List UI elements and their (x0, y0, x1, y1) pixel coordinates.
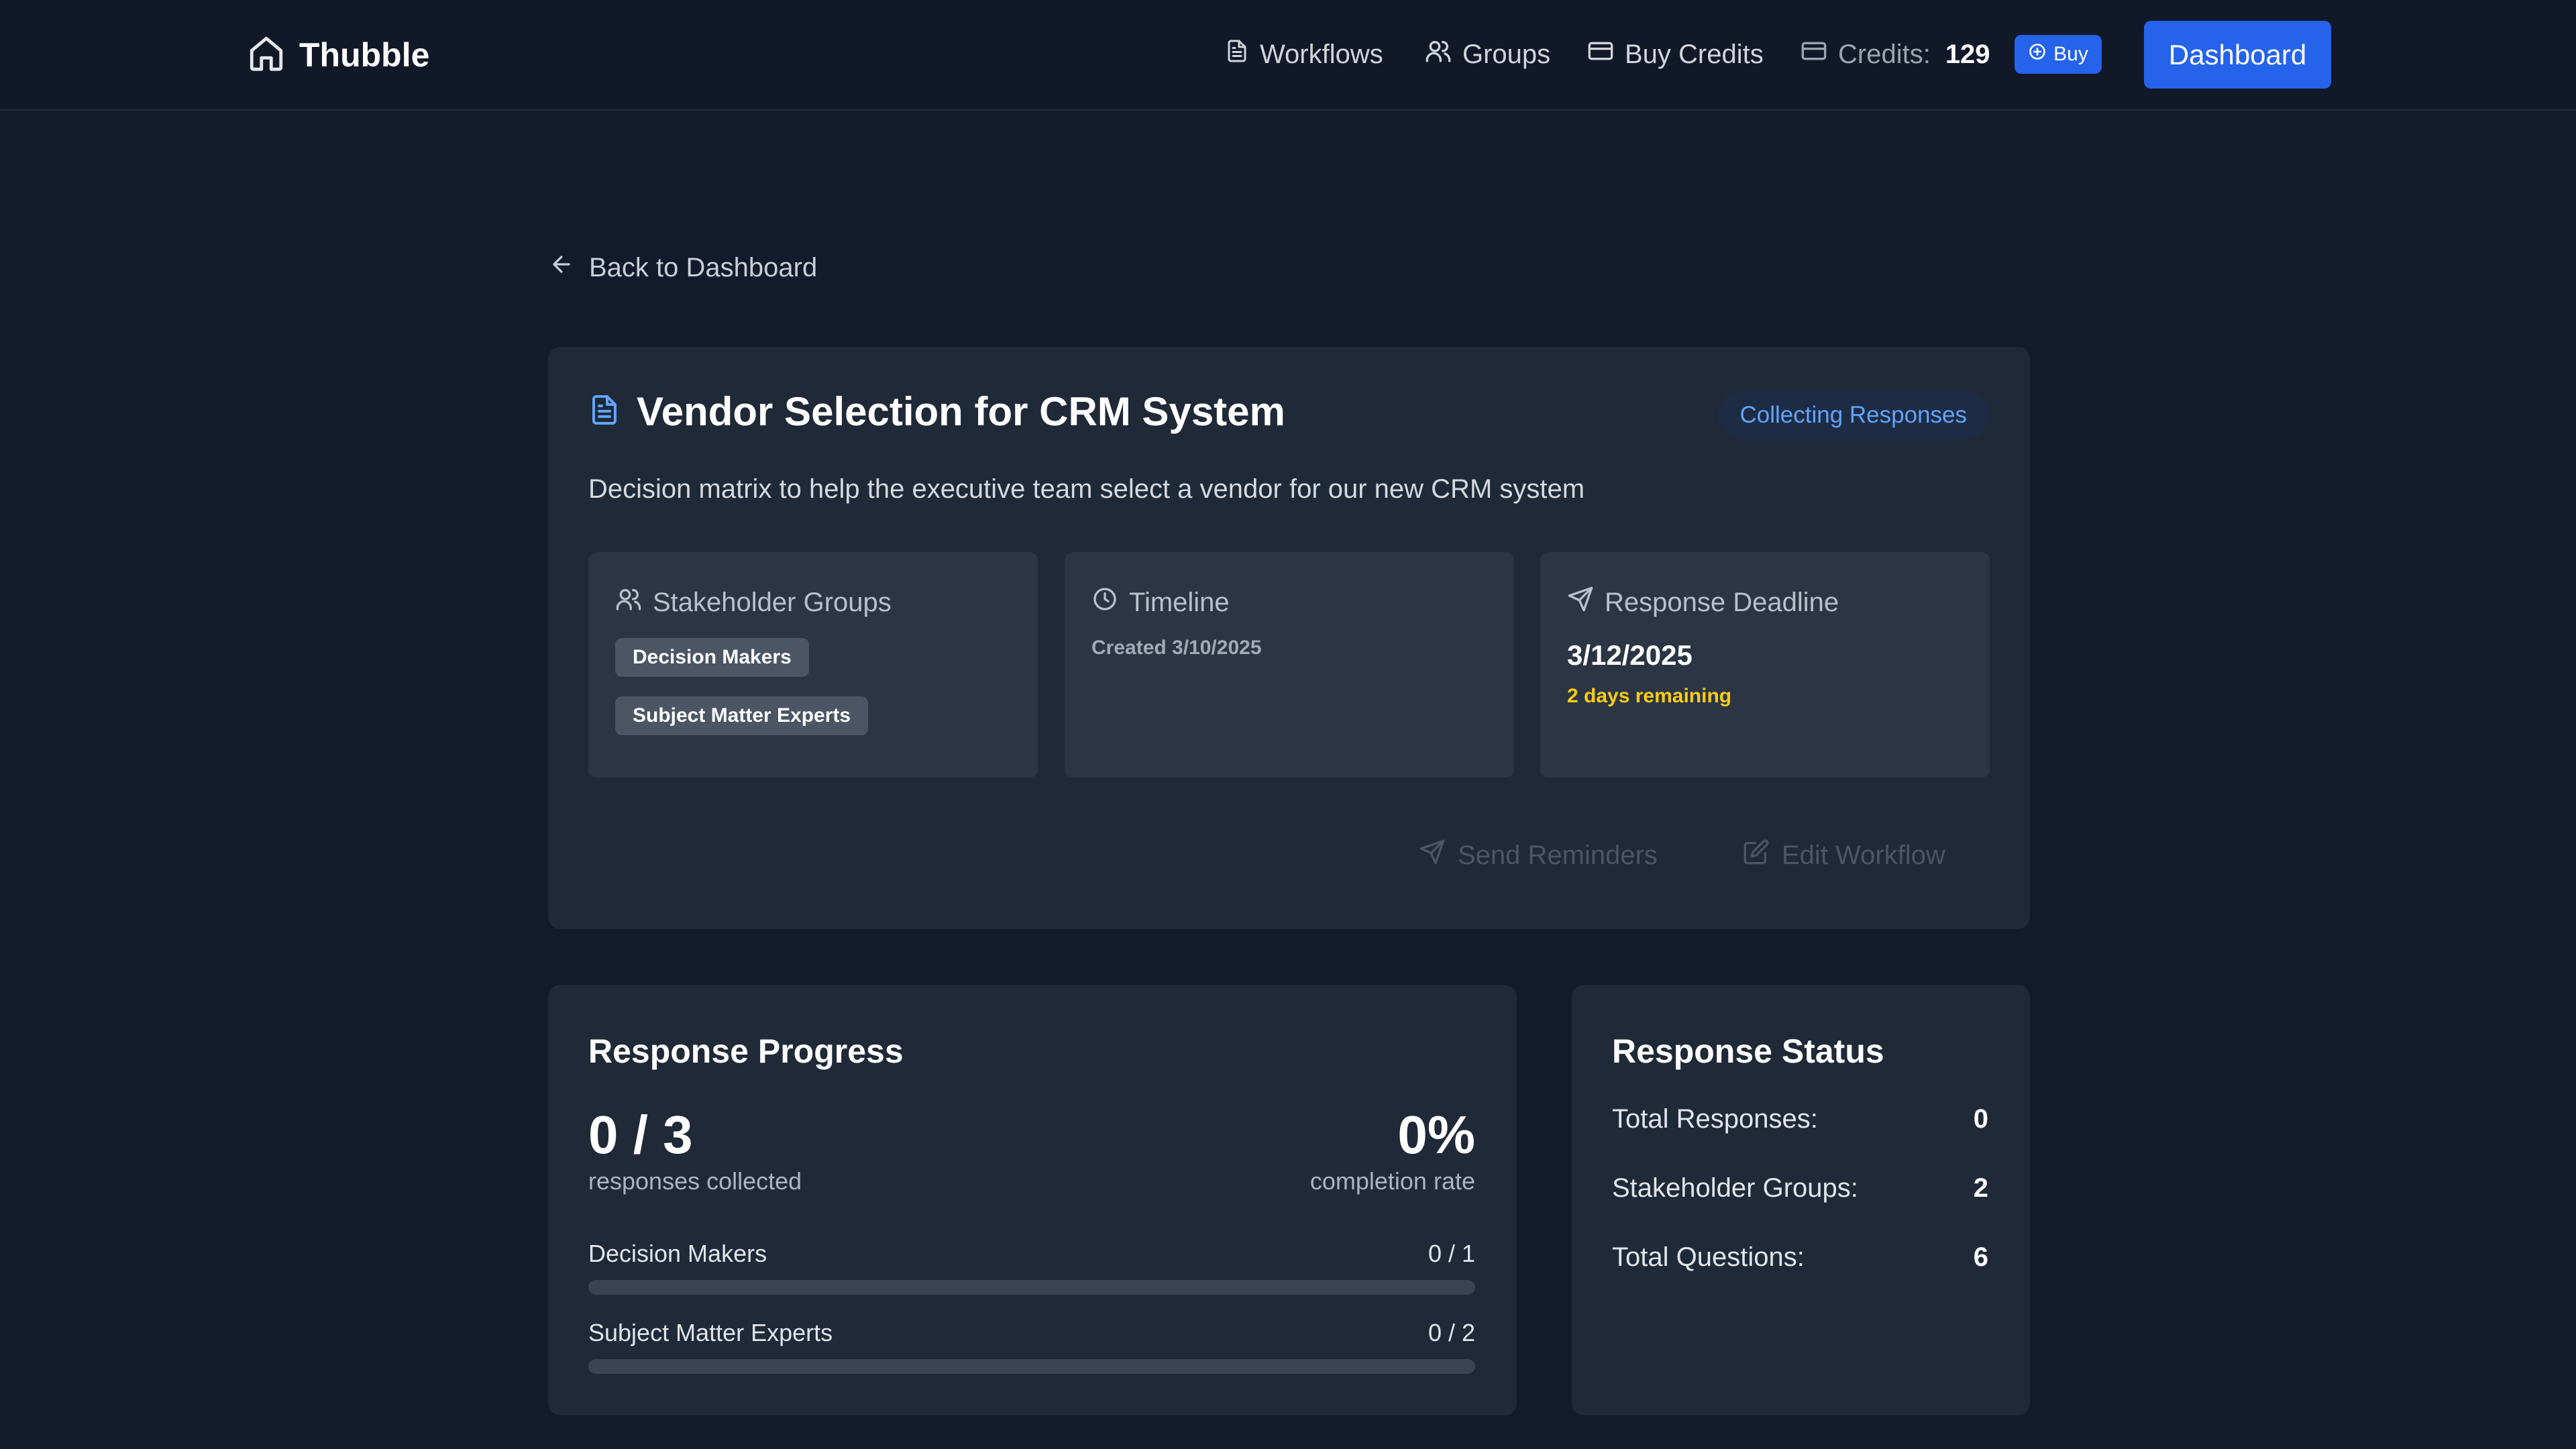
plus-circle-icon (2028, 42, 2047, 66)
send-reminders-button[interactable]: Send Reminders (1419, 839, 1658, 872)
nav-buy-credits-label: Buy Credits (1625, 39, 1764, 69)
group-progress-count: 0 / 2 (1428, 1319, 1475, 1346)
credits-label: Credits: (1838, 39, 1931, 69)
edit-workflow-label: Edit Workflow (1782, 840, 1945, 870)
nav-groups[interactable]: Groups (1425, 38, 1550, 71)
response-status-card: Response Status Total Responses: 0 Stake… (1572, 985, 2030, 1415)
top-navbar: Thubble Workflows Groups Buy Credits Cre… (0, 0, 2576, 111)
completion-rate-value: 0% (1397, 1105, 1475, 1165)
buy-button[interactable]: Buy (2015, 35, 2102, 74)
nav-groups-label: Groups (1462, 39, 1551, 69)
brand-name: Thubble (299, 36, 430, 74)
total-questions-label: Total Questions: (1612, 1242, 1805, 1272)
response-deadline-box: Response Deadline 3/12/2025 2 days remai… (1540, 552, 1990, 777)
stakeholder-groups-value: 2 (1973, 1173, 1988, 1203)
response-progress-card: Response Progress 0 / 3 responses collec… (548, 985, 1517, 1415)
dashboard-button[interactable]: Dashboard (2144, 21, 2331, 89)
group-chip: Decision Makers (615, 638, 809, 677)
responses-collected-count: 0 / 3 (588, 1105, 693, 1165)
total-responses-value: 0 (1973, 1104, 1988, 1134)
total-questions-value: 6 (1973, 1242, 1988, 1272)
nav-buy-credits[interactable]: Buy Credits (1587, 38, 1764, 71)
buy-button-label: Buy (2053, 43, 2088, 65)
edit-icon (1743, 839, 1770, 872)
deadline-date: 3/12/2025 (1567, 639, 1693, 671)
response-status-title: Response Status (1612, 1032, 1884, 1070)
arrow-left-icon (549, 252, 574, 284)
deadline-remaining: 2 days remaining (1567, 685, 1732, 707)
clock-icon (1091, 586, 1118, 619)
credit-card-icon (1801, 38, 1827, 71)
response-deadline-heading: Response Deadline (1567, 586, 1839, 619)
group-chip: Subject Matter Experts (615, 696, 869, 735)
workflow-description: Decision matrix to help the executive te… (588, 474, 1585, 504)
group-progress-bar (588, 1359, 1475, 1374)
workflow-title-row: Vendor Selection for CRM System (588, 388, 1285, 435)
brand[interactable]: Thubble (247, 34, 429, 76)
nav-workflows[interactable]: Workflows (1225, 38, 1383, 71)
credit-card-icon (1587, 38, 1614, 71)
stakeholder-groups-heading: Stakeholder Groups (615, 586, 892, 619)
status-badge: Collecting Responses (1718, 391, 1988, 439)
users-icon (615, 586, 642, 619)
group-progress-count: 0 / 1 (1428, 1240, 1475, 1267)
response-progress-title: Response Progress (588, 1032, 904, 1070)
timeline-box: Timeline Created 3/10/2025 (1065, 552, 1514, 777)
group-progress-label: Decision Makers (588, 1240, 767, 1267)
stakeholder-groups-box: Stakeholder Groups Decision Makers Subje… (588, 552, 1038, 777)
send-icon (1567, 586, 1594, 619)
workflow-title: Vendor Selection for CRM System (637, 389, 1285, 434)
nav-workflows-label: Workflows (1260, 39, 1383, 69)
workflow-card: Vendor Selection for CRM System Collecti… (548, 347, 2030, 929)
total-responses-label: Total Responses: (1612, 1104, 1818, 1134)
response-deadline-heading-label: Response Deadline (1605, 587, 1839, 617)
group-progress-label: Subject Matter Experts (588, 1319, 833, 1346)
send-icon (1419, 839, 1446, 872)
edit-workflow-button[interactable]: Edit Workflow (1743, 839, 1945, 872)
completion-rate-label: completion rate (1309, 1167, 1475, 1195)
timeline-heading: Timeline (1091, 586, 1230, 619)
back-to-dashboard-link[interactable]: Back to Dashboard (549, 252, 817, 284)
stakeholder-groups-heading-label: Stakeholder Groups (653, 587, 892, 617)
send-reminders-label: Send Reminders (1458, 840, 1658, 870)
stakeholder-groups-label: Stakeholder Groups: (1612, 1173, 1858, 1203)
created-date: Created 3/10/2025 (1091, 637, 1262, 659)
home-icon (247, 34, 286, 76)
credits-display: Credits: 129 (1801, 38, 1990, 71)
document-icon (1225, 38, 1249, 71)
credits-value: 129 (1945, 39, 1990, 69)
group-progress-bar (588, 1280, 1475, 1295)
users-icon (1425, 38, 1452, 71)
timeline-heading-label: Timeline (1129, 587, 1230, 617)
back-link-label: Back to Dashboard (589, 252, 818, 282)
responses-collected-label: responses collected (588, 1167, 802, 1195)
document-icon (588, 391, 621, 432)
